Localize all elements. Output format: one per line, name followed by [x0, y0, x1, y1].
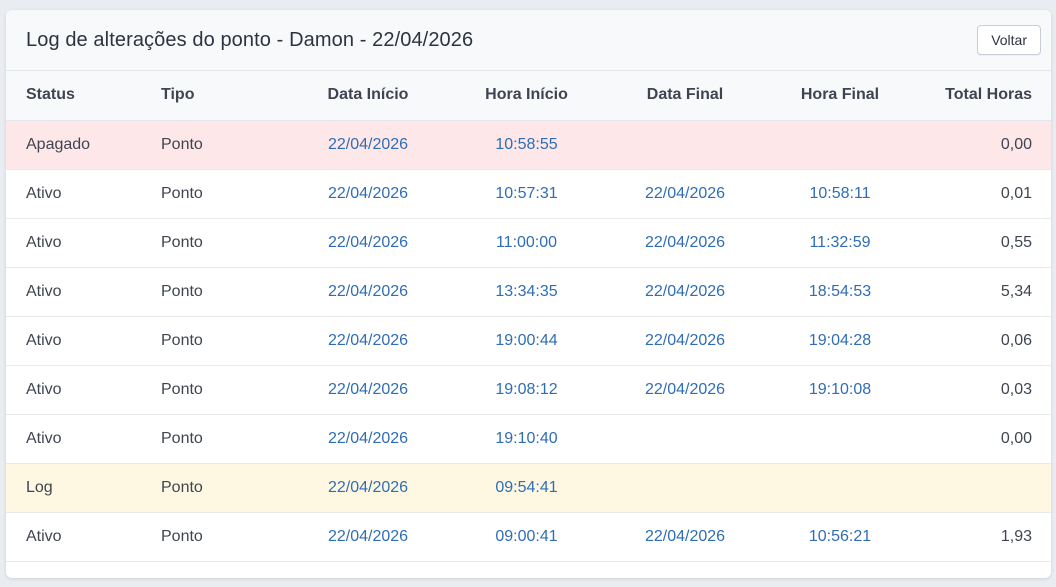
cell-total-horas: 1,93: [910, 512, 1051, 562]
table-row: Ativo Ponto 22/04/2026 19:10:40 0,00: [6, 414, 1051, 464]
cell-total-horas: 0,00: [910, 414, 1051, 464]
table-row: Ativo Ponto 22/04/2026 09:00:41 22/04/20…: [6, 512, 1051, 562]
column-header-hora-final[interactable]: Hora Final: [770, 71, 910, 121]
log-card: Log de alterações do ponto - Damon - 22/…: [6, 10, 1051, 578]
cell-total-horas: 0,03: [910, 365, 1051, 415]
cell-hora-final[interactable]: 19:10:08: [770, 365, 910, 415]
cell-hora-final[interactable]: [770, 414, 910, 464]
column-header-total-horas[interactable]: Total Horas: [910, 71, 1051, 121]
cell-data-inicio[interactable]: 22/04/2026: [283, 120, 453, 170]
cell-hora-final[interactable]: 10:58:11: [770, 169, 910, 219]
cell-data-inicio[interactable]: 22/04/2026: [283, 218, 453, 268]
column-header-tipo[interactable]: Tipo: [161, 71, 283, 121]
table-row: Ativo Ponto 22/04/2026 13:34:35 22/04/20…: [6, 267, 1051, 317]
cell-tipo: Ponto: [161, 414, 283, 464]
cell-data-inicio[interactable]: 22/04/2026: [283, 463, 453, 513]
column-header-status[interactable]: Status: [6, 71, 161, 121]
cell-hora-final[interactable]: 18:54:53: [770, 267, 910, 317]
cell-data-inicio[interactable]: 22/04/2026: [283, 169, 453, 219]
cell-total-horas: 0,06: [910, 316, 1051, 366]
table-head: Status Tipo Data Início Hora Início Data…: [6, 71, 1051, 121]
cell-data-final[interactable]: 22/04/2026: [600, 218, 770, 268]
cell-hora-final[interactable]: [770, 463, 910, 513]
cell-data-final[interactable]: 22/04/2026: [600, 365, 770, 415]
table-row: Ativo Ponto 22/04/2026 11:00:00 22/04/20…: [6, 218, 1051, 268]
log-table: Status Tipo Data Início Hora Início Data…: [6, 71, 1051, 562]
cell-status: Ativo: [6, 267, 161, 317]
cell-tipo: Ponto: [161, 463, 283, 513]
cell-data-inicio[interactable]: 22/04/2026: [283, 365, 453, 415]
cell-tipo: Ponto: [161, 218, 283, 268]
cell-hora-inicio[interactable]: 09:00:41: [453, 512, 600, 562]
cell-status: Log: [6, 463, 161, 513]
cell-hora-final[interactable]: 10:56:21: [770, 512, 910, 562]
cell-hora-inicio[interactable]: 19:00:44: [453, 316, 600, 366]
cell-tipo: Ponto: [161, 365, 283, 415]
table-row: Log Ponto 22/04/2026 09:54:41: [6, 463, 1051, 513]
cell-tipo: Ponto: [161, 512, 283, 562]
cell-data-final[interactable]: 22/04/2026: [600, 169, 770, 219]
cell-hora-inicio[interactable]: 11:00:00: [453, 218, 600, 268]
cell-data-inicio[interactable]: 22/04/2026: [283, 316, 453, 366]
cell-data-inicio[interactable]: 22/04/2026: [283, 512, 453, 562]
column-header-hora-inicio[interactable]: Hora Início: [453, 71, 600, 121]
cell-hora-final[interactable]: 11:32:59: [770, 218, 910, 268]
cell-status: Ativo: [6, 218, 161, 268]
cell-total-horas: 0,01: [910, 169, 1051, 219]
cell-total-horas: 0,55: [910, 218, 1051, 268]
cell-data-final[interactable]: 22/04/2026: [600, 512, 770, 562]
table-row: Apagado Ponto 22/04/2026 10:58:55 0,00: [6, 120, 1051, 170]
cell-tipo: Ponto: [161, 120, 283, 170]
card-header: Log de alterações do ponto - Damon - 22/…: [6, 10, 1051, 71]
cell-data-final[interactable]: 22/04/2026: [600, 316, 770, 366]
page-title: Log de alterações do ponto - Damon - 22/…: [26, 28, 474, 51]
cell-tipo: Ponto: [161, 267, 283, 317]
back-button[interactable]: Voltar: [977, 25, 1041, 55]
cell-total-horas: 5,34: [910, 267, 1051, 317]
cell-status: Ativo: [6, 316, 161, 366]
table-header-row: Status Tipo Data Início Hora Início Data…: [6, 71, 1051, 121]
column-header-data-final[interactable]: Data Final: [600, 71, 770, 121]
cell-hora-inicio[interactable]: 19:08:12: [453, 365, 600, 415]
cell-data-final[interactable]: [600, 414, 770, 464]
cell-hora-final[interactable]: [770, 120, 910, 170]
table-row: Ativo Ponto 22/04/2026 10:57:31 22/04/20…: [6, 169, 1051, 219]
cell-status: Ativo: [6, 169, 161, 219]
cell-data-inicio[interactable]: 22/04/2026: [283, 414, 453, 464]
cell-status: Ativo: [6, 414, 161, 464]
table-body: Apagado Ponto 22/04/2026 10:58:55 0,00 A…: [6, 120, 1051, 562]
cell-tipo: Ponto: [161, 316, 283, 366]
cell-tipo: Ponto: [161, 169, 283, 219]
cell-hora-inicio[interactable]: 09:54:41: [453, 463, 600, 513]
table-row: Ativo Ponto 22/04/2026 19:08:12 22/04/20…: [6, 365, 1051, 415]
cell-hora-inicio[interactable]: 19:10:40: [453, 414, 600, 464]
cell-hora-inicio[interactable]: 13:34:35: [453, 267, 600, 317]
cell-total-horas: 0,00: [910, 120, 1051, 170]
cell-status: Apagado: [6, 120, 161, 170]
cell-total-horas: [910, 463, 1051, 513]
table-row: Ativo Ponto 22/04/2026 19:00:44 22/04/20…: [6, 316, 1051, 366]
cell-data-final[interactable]: 22/04/2026: [600, 267, 770, 317]
cell-data-final[interactable]: [600, 463, 770, 513]
cell-hora-final[interactable]: 19:04:28: [770, 316, 910, 366]
cell-hora-inicio[interactable]: 10:57:31: [453, 169, 600, 219]
cell-status: Ativo: [6, 512, 161, 562]
cell-hora-inicio[interactable]: 10:58:55: [453, 120, 600, 170]
cell-data-final[interactable]: [600, 120, 770, 170]
column-header-data-inicio[interactable]: Data Início: [283, 71, 453, 121]
cell-data-inicio[interactable]: 22/04/2026: [283, 267, 453, 317]
cell-status: Ativo: [6, 365, 161, 415]
